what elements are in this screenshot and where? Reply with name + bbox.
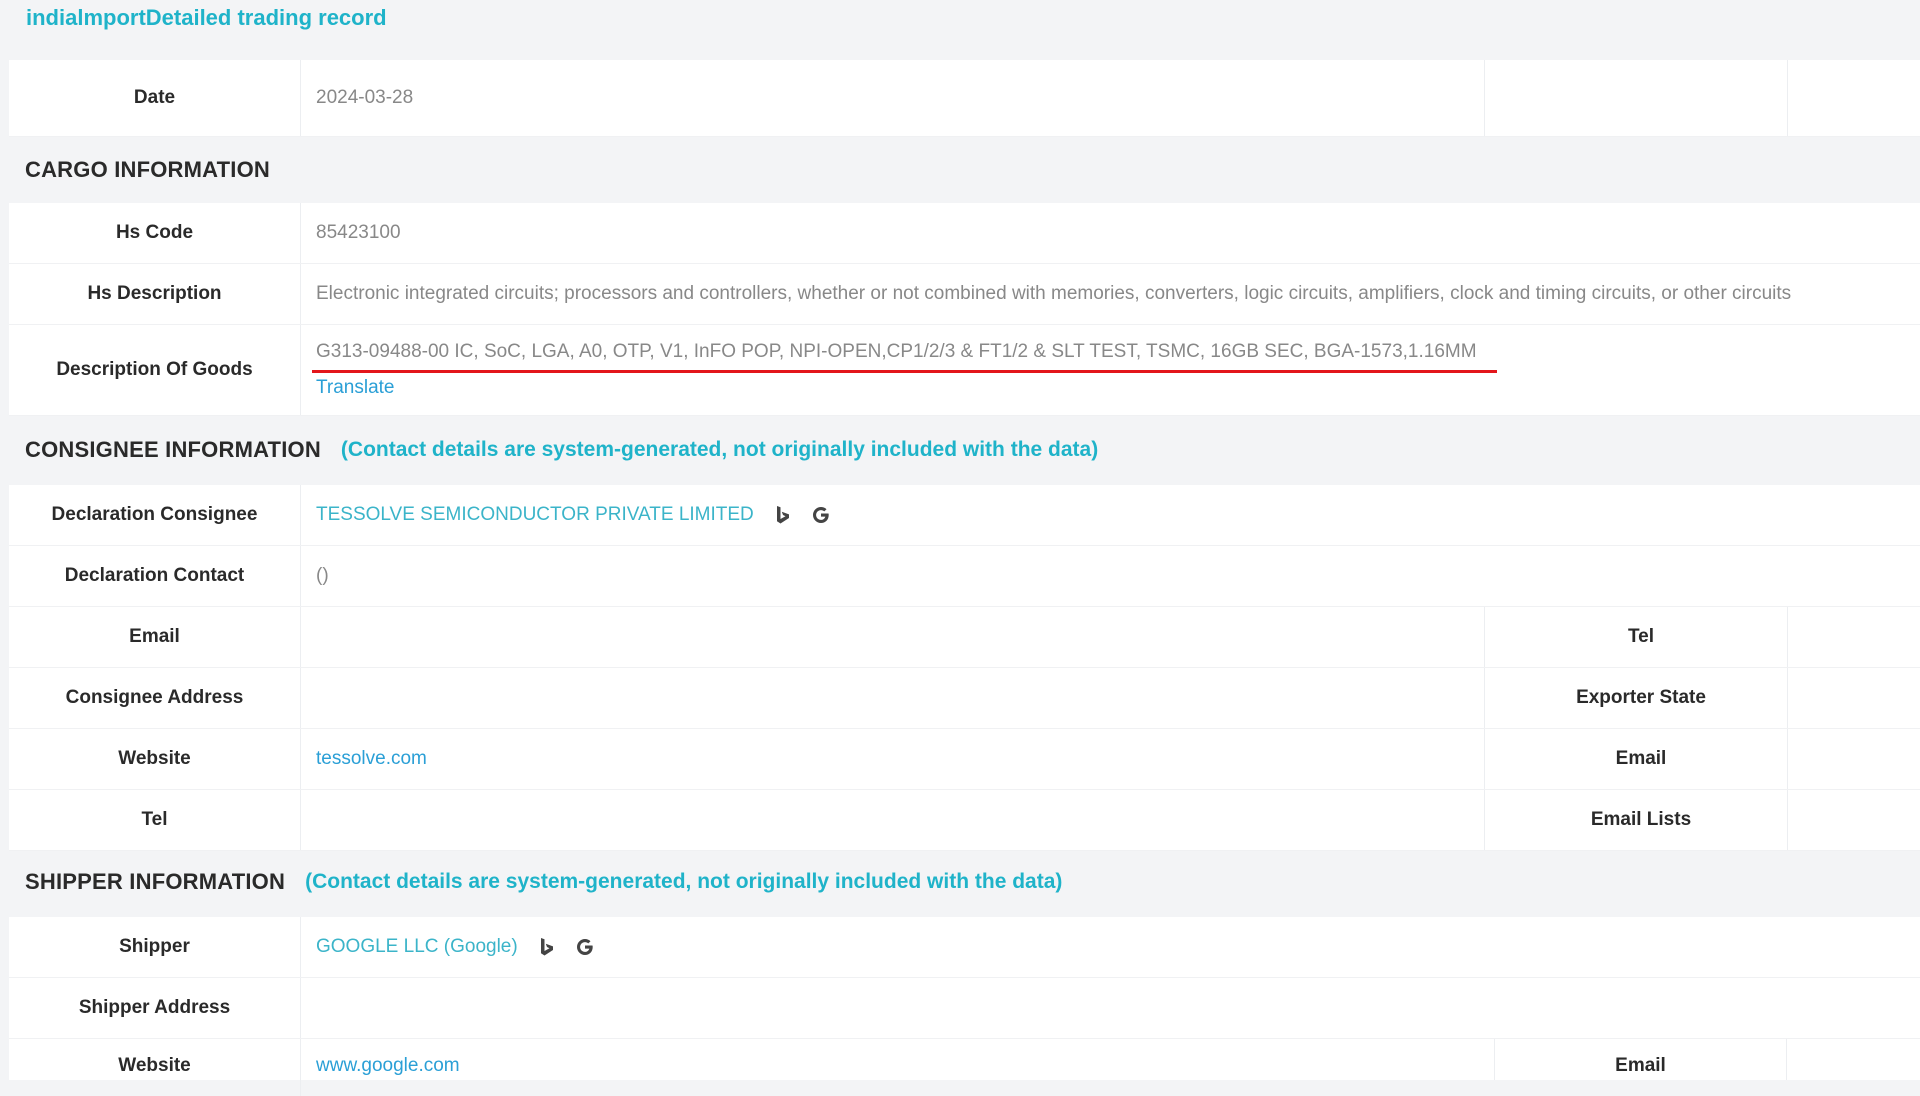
shipper-label: Shipper: [9, 917, 301, 977]
consignee-section-header: CONSIGNEE INFORMATION (Contact details a…: [25, 430, 1098, 470]
bing-icon[interactable]: [772, 504, 794, 526]
row-consignee-address: Consignee Address Exporter State: [9, 668, 1920, 729]
consignee-website-label: Website: [9, 729, 301, 789]
cargo-section-header: CARGO INFORMATION: [25, 150, 270, 190]
declaration-contact-label: Declaration Contact: [9, 546, 301, 606]
declaration-consignee-cell: TESSOLVE SEMICONDUCTOR PRIVATE LIMITED: [300, 485, 1920, 545]
row-declaration-consignee: Declaration Consignee TESSOLVE SEMICONDU…: [9, 485, 1920, 546]
date-extra-cell: [1495, 60, 1788, 136]
declaration-consignee-label: Declaration Consignee: [9, 485, 301, 545]
consignee-website-link[interactable]: tessolve.com: [316, 748, 427, 770]
email-lists-value: [1787, 790, 1920, 850]
row-declaration-contact: Declaration Contact (): [9, 546, 1920, 607]
row-date: Date 2024-03-28: [9, 60, 1920, 137]
shipper-website-link[interactable]: www.google.com: [316, 1055, 460, 1077]
declaration-contact-value: (): [316, 565, 329, 586]
search-icons: [772, 504, 832, 526]
shipper-email-value-right: [1787, 1039, 1920, 1080]
page-title: indialmportDetailed trading record: [26, 5, 387, 30]
bing-icon[interactable]: [536, 936, 558, 958]
google-icon[interactable]: [810, 504, 832, 526]
consignee-email-label-right: Email: [1495, 729, 1788, 789]
row-shipper-address: Shipper Address: [9, 978, 1920, 1039]
row-consignee-website: Website tessolve.com Email: [9, 729, 1920, 790]
shipper-email-label-right: Email: [1495, 1039, 1787, 1080]
consignee-email-value: [300, 607, 1485, 667]
date-label: Date: [9, 60, 301, 136]
consignee-tel-value-right: [1787, 607, 1920, 667]
shipper-section-note: (Contact details are system-generated, n…: [305, 870, 1063, 893]
cargo-section-title: CARGO INFORMATION: [25, 157, 270, 182]
hs-code-value: 85423100: [316, 222, 401, 243]
row-shipper-website: Website www.google.com Email: [9, 1039, 1920, 1096]
consignee-email-label: Email: [9, 607, 301, 667]
goods-description-cell: G313-09488-00 IC, SoC, LGA, A0, OTP, V1,…: [300, 325, 1920, 415]
consignee-tel-label-right: Tel: [1495, 607, 1788, 667]
consignee-tel-value: [300, 790, 1485, 850]
shipper-search-icons: [536, 936, 596, 958]
shipper-link[interactable]: GOOGLE LLC (Google): [316, 936, 518, 958]
trading-record-page: indialmportDetailed trading record Date …: [0, 0, 1920, 1096]
declaration-consignee-link[interactable]: TESSOLVE SEMICONDUCTOR PRIVATE LIMITED: [316, 504, 754, 526]
consignee-section-title: CONSIGNEE INFORMATION: [25, 437, 321, 462]
shipper-address-label: Shipper Address: [9, 978, 301, 1038]
consignee-website-cell: tessolve.com: [300, 729, 1485, 789]
goods-description-label: Description Of Goods: [9, 325, 301, 415]
consignee-tel-label: Tel: [9, 790, 301, 850]
row-hs-code: Hs Code 85423100: [9, 203, 1920, 264]
shipper-section-header: SHIPPER INFORMATION (Contact details are…: [25, 862, 1062, 902]
shipper-section-title: SHIPPER INFORMATION: [25, 869, 286, 894]
row-consignee-email: Email Tel: [9, 607, 1920, 668]
shipper-address-value: [300, 978, 1920, 1038]
row-shipper: Shipper GOOGLE LLC (Google): [9, 917, 1920, 978]
consignee-section-note: (Contact details are system-generated, n…: [340, 438, 1099, 461]
row-hs-description: Hs Description Electronic integrated cir…: [9, 264, 1920, 325]
exporter-state-label: Exporter State: [1495, 668, 1788, 728]
date-value: 2024-03-28: [300, 60, 1485, 136]
consignee-address-value: [300, 668, 1485, 728]
row-goods-description: Description Of Goods G313-09488-00 IC, S…: [9, 325, 1920, 416]
row-consignee-tel: Tel Email Lists: [9, 790, 1920, 851]
consignee-email-value-right: [1787, 729, 1920, 789]
goods-description-value: G313-09488-00 IC, SoC, LGA, A0, OTP, V1,…: [312, 341, 1497, 373]
shipper-cell: GOOGLE LLC (Google): [300, 917, 1920, 977]
date-extra-value: [1787, 60, 1920, 136]
google-icon[interactable]: [574, 936, 596, 958]
email-lists-label: Email Lists: [1495, 790, 1788, 850]
translate-link[interactable]: Translate: [316, 377, 395, 399]
hs-description-value: Electronic integrated circuits; processo…: [316, 283, 1792, 304]
shipper-website-label: Website: [9, 1039, 301, 1096]
exporter-state-value: [1787, 668, 1920, 728]
consignee-address-label: Consignee Address: [9, 668, 301, 728]
hs-code-label: Hs Code: [9, 203, 301, 263]
shipper-website-cell: www.google.com: [300, 1039, 1495, 1080]
hs-description-label: Hs Description: [9, 264, 301, 324]
